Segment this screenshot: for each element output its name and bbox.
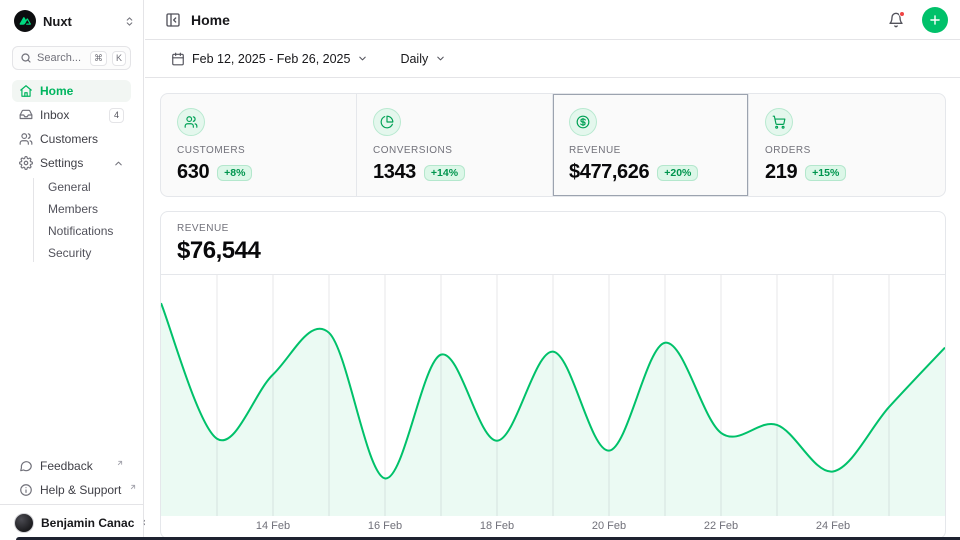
kbd-meta: ⌘ [90,51,107,66]
chevron-up-icon [113,158,124,169]
sidebar-nav: Home Inbox 4 Customers Settings [0,80,143,264]
chart-value: $76,544 [177,237,929,265]
users-icon [177,108,205,136]
user-menu[interactable]: Benjamin Canac [0,504,143,540]
stat-value: 219 [765,161,797,184]
date-range-value: Feb 12, 2025 - Feb 26, 2025 [192,52,350,66]
stat-label: REVENUE [569,145,732,156]
user-name: Benjamin Canac [41,516,134,530]
stat-label: ORDERS [765,145,929,156]
message-circle-icon [19,459,33,473]
sidebar-item-members[interactable]: Members [34,198,131,220]
stat-card-revenue[interactable]: REVENUE $477,626 +20% [553,94,749,196]
dashboard-content: CUSTOMERS 630 +8% CONVERSIONS 1343 +14% [145,78,960,539]
sidebar-item-notifications[interactable]: Notifications [34,220,131,242]
stat-label: CUSTOMERS [177,145,340,156]
sidebar-item-customers[interactable]: Customers [12,128,131,150]
chart-label: REVENUE [177,223,929,234]
revenue-area-chart[interactable] [161,274,945,516]
stat-card-customers[interactable]: CUSTOMERS 630 +8% [161,94,357,196]
x-tick-label: 18 Feb [480,520,514,532]
notification-dot [899,11,905,17]
avatar [14,513,34,533]
date-range-picker[interactable]: Feb 12, 2025 - Feb 26, 2025 [165,48,374,70]
chart-header: REVENUE $76,544 [161,212,945,275]
inbox-icon [19,108,33,122]
x-tick-label: 22 Feb [704,520,738,532]
shopping-cart-icon [765,108,793,136]
x-tick-label: 14 Feb [256,520,290,532]
stat-delta-badge: +15% [805,165,846,181]
granularity-value: Daily [400,52,428,66]
sidebar-item-security[interactable]: Security [34,242,131,264]
sidebar: Nuxt Search... ⌘ K Home [0,0,144,540]
workspace-selector[interactable]: Nuxt [0,0,143,40]
stat-label: CONVERSIONS [373,145,536,156]
calendar-icon [171,52,185,66]
x-tick-label: 24 Feb [816,520,850,532]
pie-chart-icon [373,108,401,136]
inbox-count-badge: 4 [109,108,124,123]
search-input[interactable]: Search... ⌘ K [12,46,131,70]
add-button[interactable] [922,7,948,33]
stat-delta-badge: +8% [217,165,252,181]
search-placeholder: Search... [37,52,85,64]
help-support-link[interactable]: Help & Support [12,479,131,501]
plus-icon [928,13,942,27]
chevron-down-icon [435,53,446,64]
chart-x-axis: 14 Feb 16 Feb 18 Feb 20 Feb 22 Feb 24 Feb [161,520,945,536]
stat-value: $477,626 [569,161,649,184]
x-tick-label: 16 Feb [368,520,402,532]
home-icon [19,84,33,98]
sidebar-item-settings[interactable]: Settings [12,152,131,174]
stat-card-conversions[interactable]: CONVERSIONS 1343 +14% [357,94,553,196]
stats-panel: CUSTOMERS 630 +8% CONVERSIONS 1343 +14% [160,93,946,197]
collapse-sidebar-button[interactable] [165,12,181,28]
nuxt-logo-icon [14,10,36,32]
page-header: Home [145,0,960,40]
notifications-button[interactable] [888,12,904,28]
sidebar-item-inbox[interactable]: Inbox 4 [12,104,131,126]
stat-value: 630 [177,161,209,184]
filters-toolbar: Feb 12, 2025 - Feb 26, 2025 Daily [145,40,960,78]
stat-card-orders[interactable]: ORDERS 219 +15% [749,94,945,196]
chevron-down-icon [357,53,368,64]
stat-value: 1343 [373,161,416,184]
kbd-key: K [112,51,126,66]
dollar-circle-icon [569,108,597,136]
stat-delta-badge: +20% [657,165,698,181]
sidebar-footer: Feedback Help & Support [0,455,143,503]
stat-delta-badge: +14% [424,165,465,181]
sidebar-item-general[interactable]: General [34,176,131,198]
gear-icon [19,156,33,170]
info-circle-icon [19,483,33,497]
workspace-name: Nuxt [43,14,117,29]
feedback-link[interactable]: Feedback [12,455,131,477]
search-icon [20,52,32,64]
x-tick-label: 20 Feb [592,520,626,532]
chevrons-up-down-icon [124,16,135,27]
main-panel: Home Feb 12, 2025 - Feb 26, 2025 Daily [145,0,960,540]
settings-submenu: General Members Notifications Security [12,176,131,264]
users-icon [19,132,33,146]
dashboard-app: Nuxt Search... ⌘ K Home [0,0,960,540]
arrow-up-right-icon [129,480,137,494]
revenue-chart-card: REVENUE $76,544 14 Feb 16 Feb 18 Feb 20 Feb… [160,211,946,539]
granularity-select[interactable]: Daily [394,48,452,70]
sidebar-item-home[interactable]: Home [12,80,131,102]
arrow-up-right-icon [116,456,124,470]
page-title: Home [191,12,878,28]
